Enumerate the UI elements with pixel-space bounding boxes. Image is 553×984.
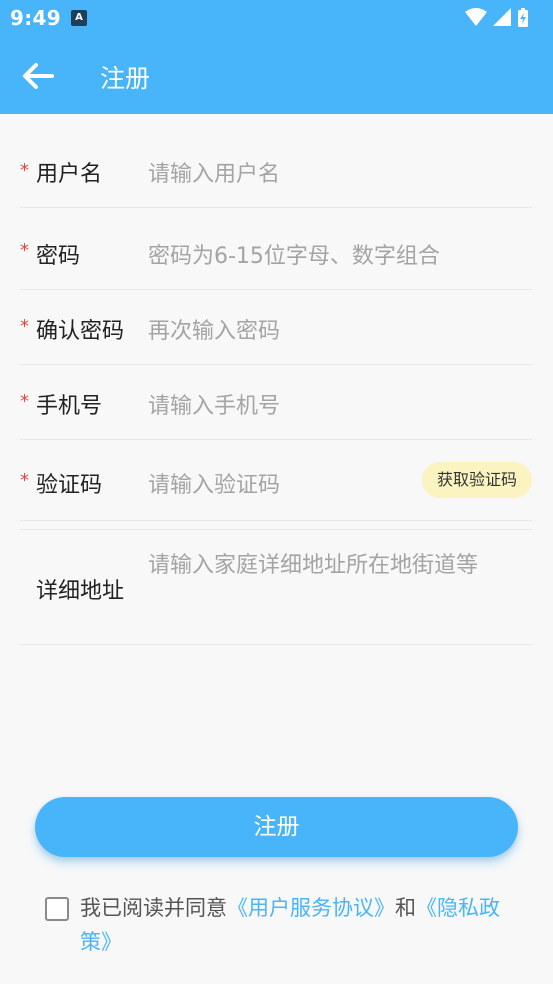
arrow-left-icon — [23, 63, 54, 89]
required-mark: * — [20, 160, 29, 181]
page-title: 注册 — [100, 64, 151, 93]
back-button[interactable] — [20, 58, 58, 94]
app-bar: 注册 — [0, 38, 553, 114]
status-time: 9:49 — [10, 6, 61, 30]
header-bar: 9:49 A 注册 — [0, 0, 553, 114]
username-label: 用户名 — [36, 162, 103, 187]
agreement-text: 我已阅读并同意《用户服务协议》和《隐私政策》 — [80, 891, 520, 959]
username-input[interactable]: 请输入用户名 — [148, 156, 280, 188]
required-mark: * — [20, 316, 29, 337]
notification-icon: A — [71, 10, 87, 26]
verify-code-row: * 验证码 请输入验证码 获取验证码 — [20, 440, 532, 521]
address-input[interactable]: 请输入家庭详细地址所在地街道等 — [148, 548, 493, 584]
agree-checkbox[interactable] — [45, 897, 69, 921]
password-row: * 密码 密码为6-15位字母、数字组合 — [20, 208, 532, 290]
required-mark: * — [20, 240, 29, 261]
password-label: 密码 — [36, 244, 81, 269]
username-row: * 用户名 请输入用户名 — [20, 130, 532, 208]
phone-label: 手机号 — [36, 394, 103, 419]
address-row: 详细地址 请输入家庭详细地址所在地街道等 — [20, 529, 532, 645]
required-mark: * — [20, 470, 29, 491]
confirm-password-input[interactable]: 再次输入密码 — [148, 313, 280, 345]
required-mark: * — [20, 391, 29, 412]
password-input[interactable]: 密码为6-15位字母、数字组合 — [148, 238, 440, 270]
address-label: 详细地址 — [36, 579, 125, 604]
get-code-button[interactable]: 获取验证码 — [422, 462, 532, 498]
register-button[interactable]: 注册 — [35, 797, 518, 857]
phone-input[interactable]: 请输入手机号 — [148, 388, 280, 420]
verify-code-input[interactable]: 请输入验证码 — [148, 467, 280, 499]
confirm-password-row: * 确认密码 再次输入密码 — [20, 290, 532, 365]
system-icons — [463, 6, 543, 30]
signal-battery-icon — [465, 8, 528, 27]
verify-code-label: 验证码 — [36, 473, 103, 498]
service-agreement-link[interactable]: 《用户服务协议》 — [227, 896, 395, 920]
phone-row: * 手机号 请输入手机号 — [20, 365, 532, 440]
confirm-password-label: 确认密码 — [36, 319, 125, 344]
status-bar: 9:49 A — [0, 0, 553, 38]
agreement-prefix: 我已阅读并同意 — [80, 896, 227, 920]
agreement-conjunction: 和 — [395, 896, 416, 920]
